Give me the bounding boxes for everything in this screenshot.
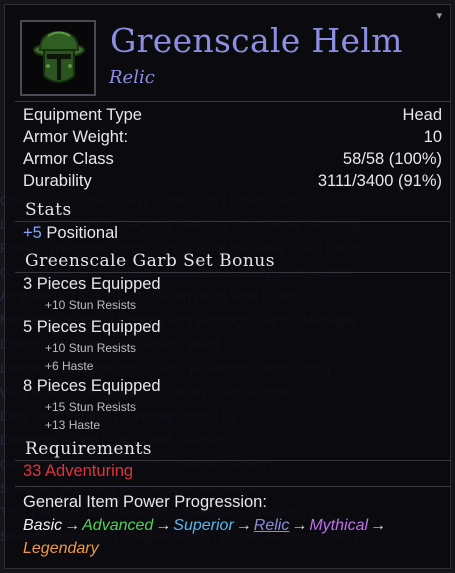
set-bonus-heading: Greenscale Garb Set Bonus [25,251,275,271]
set-tier-bonus: +15 Stun Resists [45,400,137,414]
tier-relic: Relic [253,517,290,534]
tier-superior: Superior [173,517,234,534]
set-tier-bonus: +10 Stun Resists [45,298,137,312]
property-label: Armor Class [23,150,114,168]
progression-divider [15,486,451,487]
arrow-icon: → [291,517,308,534]
requirements-rule [15,460,451,461]
stats-heading: Stats [25,200,72,220]
property-row-armor-weight: Armor Weight: 10 [23,128,442,147]
property-row-equipment-type: Equipment Type Head [23,106,442,125]
tier-advanced: Advanced [82,517,154,534]
progression-line-2: Legendary [23,540,99,558]
set-tier-bonus: +10 Stun Resists [45,341,137,355]
property-row-armor-class: Armor Class 58/58 (100%) [23,150,442,169]
stat-line-positional: +5 Positional [23,224,118,243]
set-tier-bonus: +13 Haste [45,418,101,432]
property-label: Durability [23,172,92,190]
set-tier-label: 5 Pieces Equipped [23,318,161,336]
stat-name: Positional [46,224,118,242]
set-tier-label: 8 Pieces Equipped [23,377,161,395]
progression-line-1: Basic → Advanced → Superior → Relic → Mythical → [23,517,388,535]
property-label: Armor Weight: [23,128,129,146]
property-value: Head [402,106,442,124]
property-value: 58/58 (100%) [342,150,442,168]
tier-basic: Basic [23,517,63,534]
set-tier-label: 3 Pieces Equipped [23,275,161,293]
item-rarity: Relic [109,67,155,88]
arrow-icon: → [235,517,252,534]
header-divider [15,101,451,102]
item-icon-frame [20,20,96,96]
requirements-heading: Requirements [25,439,153,459]
tooltip-corner-mark: ▾ [436,9,442,22]
property-value: 10 [423,128,442,146]
property-value: 3111/3400 (91%) [317,172,442,190]
arrow-icon: → [64,517,81,534]
tier-legendary: Legendary [23,540,99,557]
arrow-icon: → [370,517,387,534]
arrow-icon: → [155,517,172,534]
set-bonus-rule [15,272,451,273]
requirement-value: 33 Adventuring [23,462,134,480]
tier-mythical: Mythical [309,517,369,534]
set-tier-bonus: +6 Haste [45,359,94,373]
progression-heading: General Item Power Progression: [23,493,267,511]
item-name: Greenscale Helm [110,21,403,60]
item-tooltip: ▾ Greenscale Helm Relic Equipment Type H… [4,4,451,569]
green-helm-icon [33,30,85,83]
stat-amount: +5 [23,224,42,242]
property-label: Equipment Type [23,106,142,124]
property-row-durability: Durability 3111/3400 (91%) [23,172,442,191]
stats-rule [15,221,451,222]
